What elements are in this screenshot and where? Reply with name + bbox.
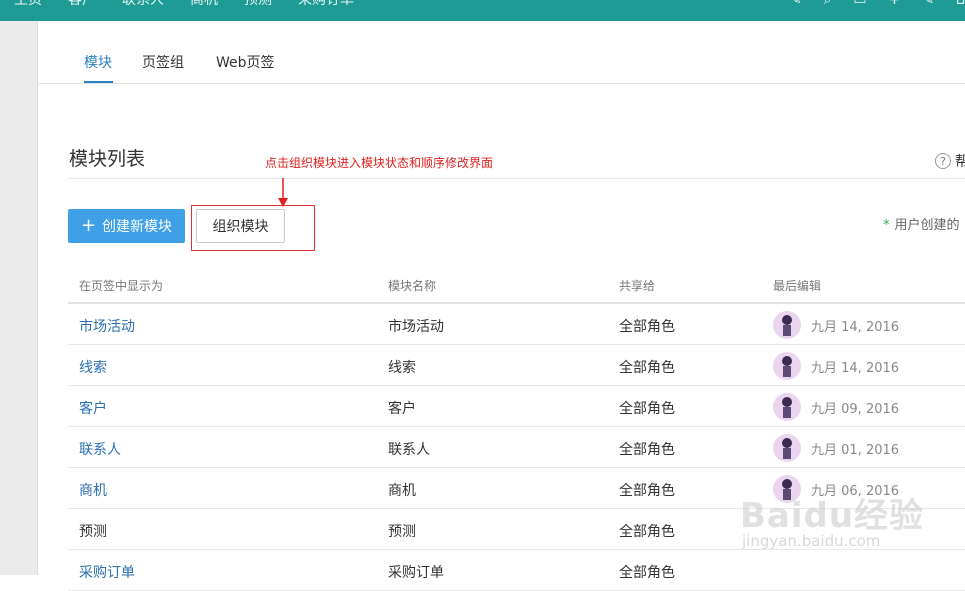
last-edited: 九月 01, 2016 — [773, 434, 899, 462]
add-icon[interactable]: + — [889, 0, 901, 8]
help-label: 帮 — [955, 154, 965, 170]
shared-with: 全部角色 — [619, 483, 675, 499]
top-nav-bar: 主页 客户 联系人 商机 预测 采购订单 ✎ ⌕ ▭ + ✎ ⌂ — [0, 0, 965, 21]
nav-item-contacts[interactable]: 联系人 — [122, 0, 164, 9]
last-edited: 九月 09, 2016 — [773, 393, 899, 421]
left-sidebar-strip — [0, 21, 38, 575]
module-name: 客户 — [388, 401, 416, 417]
module-name: 商机 — [388, 483, 416, 499]
nav-item-deals[interactable]: 商机 — [190, 0, 218, 9]
organize-modules-button[interactable]: 组织模块 — [196, 209, 285, 243]
table-row: 线索 线索 全部角色 九月 14, 2016 — [68, 345, 965, 386]
shared-with: 全部角色 — [619, 442, 675, 458]
annotation-arrow-icon — [278, 178, 288, 207]
tab-tab-groups[interactable]: 页签组 — [142, 52, 184, 72]
shared-with: 全部角色 — [619, 401, 675, 417]
column-header-display-as[interactable]: 在页签中显示为 — [79, 277, 163, 294]
tab-modules[interactable]: 模块 — [84, 52, 112, 72]
help-icon: ? — [935, 153, 951, 169]
settings-icon[interactable]: ⌂ — [956, 0, 965, 8]
last-edited-date: 九月 14, 2016 — [811, 360, 900, 376]
help-link[interactable]: ? 帮 — [935, 151, 965, 171]
avatar[interactable] — [773, 352, 801, 380]
shared-with: 全部角色 — [619, 360, 675, 376]
module-name: 联系人 — [388, 442, 430, 458]
create-module-label: 创建新模块 — [102, 219, 173, 235]
header-divider — [68, 178, 965, 179]
tab-web-tabs[interactable]: Web页签 — [216, 52, 275, 72]
table-header: 在页签中显示为 模块名称 共享给 最后编辑 — [68, 266, 965, 304]
module-name: 采购订单 — [388, 565, 444, 581]
module-display-name[interactable]: 联系人 — [79, 439, 121, 459]
organize-modules-label: 组织模块 — [212, 219, 269, 235]
active-tab-indicator — [84, 81, 113, 83]
column-header-shared-with[interactable]: 共享给 — [619, 277, 655, 294]
page-title: 模块列表 — [69, 148, 146, 170]
module-name: 预测 — [388, 524, 416, 540]
top-nav: 主页 客户 联系人 商机 预测 采购订单 — [14, 0, 380, 9]
edit-icon[interactable]: ✎ — [922, 0, 934, 8]
module-display-name: 预测 — [79, 524, 107, 540]
watermark-brand: Baidu经验 — [740, 496, 925, 536]
last-edited-date: 九月 14, 2016 — [811, 319, 900, 335]
avatar[interactable] — [773, 311, 801, 339]
column-header-last-edited[interactable]: 最后编辑 — [773, 277, 821, 294]
watermark: Baidu经验 jingyan.baidu.com — [740, 488, 965, 568]
column-header-module-name[interactable]: 模块名称 — [388, 277, 436, 294]
user-created-legend: * 用户创建的 — [883, 214, 960, 233]
user-created-label: 用户创建的 — [894, 218, 960, 233]
search-icon[interactable]: ⌕ — [824, 0, 832, 8]
module-display-name[interactable]: 线索 — [79, 357, 107, 377]
shared-with: 全部角色 — [619, 319, 675, 335]
tab-bar: 模块 页签组 Web页签 — [38, 21, 965, 84]
user-created-star-icon: * — [883, 218, 890, 233]
calendar-icon[interactable]: ▭ — [853, 0, 866, 8]
module-name: 市场活动 — [388, 319, 444, 335]
plus-icon: + — [80, 215, 97, 236]
watermark-url: jingyan.baidu.com — [742, 532, 881, 550]
nav-item-forecasts[interactable]: 预测 — [244, 0, 272, 9]
nav-item-accounts[interactable]: 客户 — [68, 0, 96, 9]
table-row: 客户 客户 全部角色 九月 09, 2016 — [68, 386, 965, 427]
shared-with: 全部角色 — [619, 524, 675, 540]
module-display-name[interactable]: 市场活动 — [79, 316, 135, 336]
module-display-name[interactable]: 采购订单 — [79, 562, 135, 582]
avatar[interactable] — [773, 434, 801, 462]
shared-with: 全部角色 — [619, 565, 675, 581]
last-edited: 九月 14, 2016 — [773, 311, 899, 339]
table-row: 联系人 联系人 全部角色 九月 01, 2016 — [68, 427, 965, 468]
feedback-icon[interactable]: ✎ — [790, 0, 802, 8]
table-row: 市场活动 市场活动 全部角色 九月 14, 2016 — [68, 304, 965, 345]
nav-item-home[interactable]: 主页 — [14, 0, 42, 9]
create-module-button[interactable]: + 创建新模块 — [68, 209, 185, 243]
module-display-name[interactable]: 客户 — [79, 398, 107, 418]
module-name: 线索 — [388, 360, 416, 376]
top-tools: ✎ ⌕ ▭ + ✎ ⌂ — [768, 0, 965, 8]
last-edited-date: 九月 09, 2016 — [811, 401, 900, 417]
nav-item-purchase-orders[interactable]: 采购订单 — [298, 0, 354, 9]
last-edited: 九月 14, 2016 — [773, 352, 899, 380]
avatar[interactable] — [773, 393, 801, 421]
annotation-text: 点击组织模块进入模块状态和顺序修改界面 — [265, 156, 494, 170]
last-edited-date: 九月 01, 2016 — [811, 442, 900, 458]
module-display-name[interactable]: 商机 — [79, 480, 107, 500]
